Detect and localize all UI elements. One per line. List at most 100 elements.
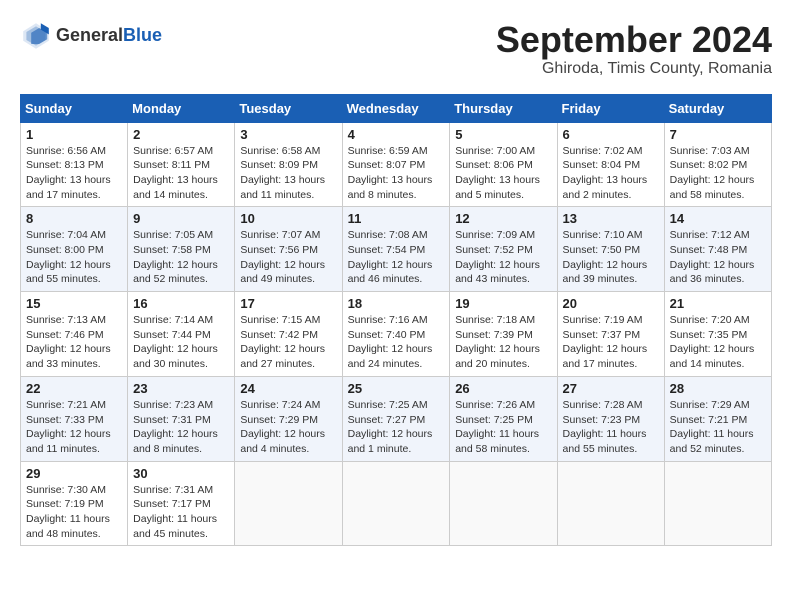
calendar-cell: 18Sunrise: 7:16 AMSunset: 7:40 PMDayligh… bbox=[342, 292, 450, 377]
day-number: 22 bbox=[26, 381, 122, 396]
location-subtitle: Ghiroda, Timis County, Romania bbox=[496, 60, 772, 78]
calendar-cell: 26 Sunrise: 7:26 AMSunset: 7:25 PMDayligh… bbox=[450, 376, 557, 461]
day-info: Sunrise: 7:23 AMSunset: 7:31 PMDaylight:… bbox=[133, 398, 229, 457]
calendar-cell: 25 Sunrise: 7:25 AMSunset: 7:27 PMDayligh… bbox=[342, 376, 450, 461]
calendar-cell: 30Sunrise: 7:31 AMSunset: 7:17 PMDayligh… bbox=[128, 461, 235, 546]
month-title: September 2024 bbox=[496, 20, 772, 60]
day-number: 1 bbox=[26, 127, 122, 142]
page-header: GeneralBlue September 2024 Ghiroda, Timi… bbox=[20, 20, 772, 78]
day-info: Sunrise: 6:57 AMSunset: 8:11 PMDaylight:… bbox=[133, 144, 229, 203]
calendar-cell: 24 Sunrise: 7:24 AMSunset: 7:29 PMDayligh… bbox=[235, 376, 342, 461]
day-info: Sunrise: 6:58 AMSunset: 8:09 PMDaylight:… bbox=[240, 144, 336, 203]
day-info: Sunrise: 7:29 AMSunset: 7:21 PMDaylight:… bbox=[670, 398, 766, 457]
calendar-cell: 10Sunrise: 7:07 AMSunset: 7:56 PMDayligh… bbox=[235, 207, 342, 292]
calendar-cell: 16Sunrise: 7:14 AMSunset: 7:44 PMDayligh… bbox=[128, 292, 235, 377]
day-number: 2 bbox=[133, 127, 229, 142]
day-info: Sunrise: 7:09 AMSunset: 7:52 PMDaylight:… bbox=[455, 228, 551, 287]
calendar-week-row: 1 Sunrise: 6:56 AMSunset: 8:13 PMDaylight… bbox=[21, 122, 772, 207]
day-number: 12 bbox=[455, 211, 551, 226]
day-number: 20 bbox=[563, 296, 659, 311]
calendar-week-row: 15 Sunrise: 7:13 AMSunset: 7:46 PMDayligh… bbox=[21, 292, 772, 377]
day-number: 23 bbox=[133, 381, 229, 396]
day-info: Sunrise: 6:59 AMSunset: 8:07 PMDaylight:… bbox=[348, 144, 445, 203]
calendar-cell: 6Sunrise: 7:02 AMSunset: 8:04 PMDaylight… bbox=[557, 122, 664, 207]
day-info: Sunrise: 7:28 AMSunset: 7:23 PMDaylight:… bbox=[563, 398, 659, 457]
calendar-cell bbox=[450, 461, 557, 546]
day-number: 25 bbox=[348, 381, 445, 396]
day-number: 3 bbox=[240, 127, 336, 142]
day-number: 14 bbox=[670, 211, 766, 226]
weekday-header-sunday: Sunday bbox=[21, 94, 128, 122]
calendar-cell: 1 Sunrise: 6:56 AMSunset: 8:13 PMDaylight… bbox=[21, 122, 128, 207]
day-info: Sunrise: 7:31 AMSunset: 7:17 PMDaylight:… bbox=[133, 483, 229, 542]
day-info: Sunrise: 7:14 AMSunset: 7:44 PMDaylight:… bbox=[133, 313, 229, 372]
calendar-cell: 13 Sunrise: 7:10 AMSunset: 7:50 PMDayligh… bbox=[557, 207, 664, 292]
day-info: Sunrise: 6:56 AMSunset: 8:13 PMDaylight:… bbox=[26, 144, 122, 203]
calendar-cell bbox=[342, 461, 450, 546]
weekday-header-friday: Friday bbox=[557, 94, 664, 122]
weekday-header-row: SundayMondayTuesdayWednesdayThursdayFrid… bbox=[21, 94, 772, 122]
calendar-week-row: 29 Sunrise: 7:30 AMSunset: 7:19 PMDayligh… bbox=[21, 461, 772, 546]
day-number: 24 bbox=[240, 381, 336, 396]
day-info: Sunrise: 7:21 AMSunset: 7:33 PMDaylight:… bbox=[26, 398, 122, 457]
calendar-cell: 23 Sunrise: 7:23 AMSunset: 7:31 PMDayligh… bbox=[128, 376, 235, 461]
calendar-cell: 9 Sunrise: 7:05 AMSunset: 7:58 PMDaylight… bbox=[128, 207, 235, 292]
logo: GeneralBlue bbox=[20, 20, 162, 52]
calendar-cell: 27Sunrise: 7:28 AMSunset: 7:23 PMDayligh… bbox=[557, 376, 664, 461]
calendar-week-row: 8 Sunrise: 7:04 AMSunset: 8:00 PMDaylight… bbox=[21, 207, 772, 292]
calendar-cell: 7Sunrise: 7:03 AMSunset: 8:02 PMDaylight… bbox=[664, 122, 771, 207]
day-number: 19 bbox=[455, 296, 551, 311]
weekday-header-monday: Monday bbox=[128, 94, 235, 122]
day-number: 11 bbox=[348, 211, 445, 226]
day-info: Sunrise: 7:25 AMSunset: 7:27 PMDaylight:… bbox=[348, 398, 445, 457]
calendar-cell bbox=[664, 461, 771, 546]
calendar-table: SundayMondayTuesdayWednesdayThursdayFrid… bbox=[20, 94, 772, 547]
calendar-cell: 17Sunrise: 7:15 AMSunset: 7:42 PMDayligh… bbox=[235, 292, 342, 377]
day-number: 13 bbox=[563, 211, 659, 226]
day-info: Sunrise: 7:13 AMSunset: 7:46 PMDaylight:… bbox=[26, 313, 122, 372]
day-info: Sunrise: 7:15 AMSunset: 7:42 PMDaylight:… bbox=[240, 313, 336, 372]
calendar-cell: 8 Sunrise: 7:04 AMSunset: 8:00 PMDaylight… bbox=[21, 207, 128, 292]
calendar-week-row: 22 Sunrise: 7:21 AMSunset: 7:33 PMDayligh… bbox=[21, 376, 772, 461]
day-number: 5 bbox=[455, 127, 551, 142]
day-number: 26 bbox=[455, 381, 551, 396]
day-number: 21 bbox=[670, 296, 766, 311]
day-info: Sunrise: 7:02 AMSunset: 8:04 PMDaylight:… bbox=[563, 144, 659, 203]
day-info: Sunrise: 7:08 AMSunset: 7:54 PMDaylight:… bbox=[348, 228, 445, 287]
logo-blue: Blue bbox=[123, 25, 162, 47]
day-info: Sunrise: 7:24 AMSunset: 7:29 PMDaylight:… bbox=[240, 398, 336, 457]
calendar-cell bbox=[557, 461, 664, 546]
calendar-cell: 28 Sunrise: 7:29 AMSunset: 7:21 PMDayligh… bbox=[664, 376, 771, 461]
day-info: Sunrise: 7:00 AMSunset: 8:06 PMDaylight:… bbox=[455, 144, 551, 203]
calendar-cell: 15 Sunrise: 7:13 AMSunset: 7:46 PMDayligh… bbox=[21, 292, 128, 377]
day-number: 9 bbox=[133, 211, 229, 226]
day-number: 28 bbox=[670, 381, 766, 396]
logo-general: General bbox=[56, 25, 123, 47]
day-info: Sunrise: 7:05 AMSunset: 7:58 PMDaylight:… bbox=[133, 228, 229, 287]
day-number: 8 bbox=[26, 211, 122, 226]
calendar-cell: 14Sunrise: 7:12 AMSunset: 7:48 PMDayligh… bbox=[664, 207, 771, 292]
calendar-cell: 2 Sunrise: 6:57 AMSunset: 8:11 PMDaylight… bbox=[128, 122, 235, 207]
day-number: 29 bbox=[26, 466, 122, 481]
calendar-cell: 3 Sunrise: 6:58 AMSunset: 8:09 PMDaylight… bbox=[235, 122, 342, 207]
weekday-header-wednesday: Wednesday bbox=[342, 94, 450, 122]
day-number: 15 bbox=[26, 296, 122, 311]
day-info: Sunrise: 7:10 AMSunset: 7:50 PMDaylight:… bbox=[563, 228, 659, 287]
day-info: Sunrise: 7:04 AMSunset: 8:00 PMDaylight:… bbox=[26, 228, 122, 287]
calendar-cell: 29 Sunrise: 7:30 AMSunset: 7:19 PMDayligh… bbox=[21, 461, 128, 546]
weekday-header-tuesday: Tuesday bbox=[235, 94, 342, 122]
day-info: Sunrise: 7:26 AMSunset: 7:25 PMDaylight:… bbox=[455, 398, 551, 457]
calendar-cell: 11 Sunrise: 7:08 AMSunset: 7:54 PMDayligh… bbox=[342, 207, 450, 292]
title-block: September 2024 Ghiroda, Timis County, Ro… bbox=[496, 20, 772, 78]
calendar-cell bbox=[235, 461, 342, 546]
calendar-cell: 12 Sunrise: 7:09 AMSunset: 7:52 PMDayligh… bbox=[450, 207, 557, 292]
day-info: Sunrise: 7:30 AMSunset: 7:19 PMDaylight:… bbox=[26, 483, 122, 542]
calendar-cell: 19Sunrise: 7:18 AMSunset: 7:39 PMDayligh… bbox=[450, 292, 557, 377]
calendar-cell: 21 Sunrise: 7:20 AMSunset: 7:35 PMDayligh… bbox=[664, 292, 771, 377]
day-info: Sunrise: 7:20 AMSunset: 7:35 PMDaylight:… bbox=[670, 313, 766, 372]
calendar-cell: 5 Sunrise: 7:00 AMSunset: 8:06 PMDaylight… bbox=[450, 122, 557, 207]
logo-text-block: GeneralBlue bbox=[56, 25, 162, 47]
calendar-cell: 22 Sunrise: 7:21 AMSunset: 7:33 PMDayligh… bbox=[21, 376, 128, 461]
day-number: 4 bbox=[348, 127, 445, 142]
calendar-cell: 20Sunrise: 7:19 AMSunset: 7:37 PMDayligh… bbox=[557, 292, 664, 377]
